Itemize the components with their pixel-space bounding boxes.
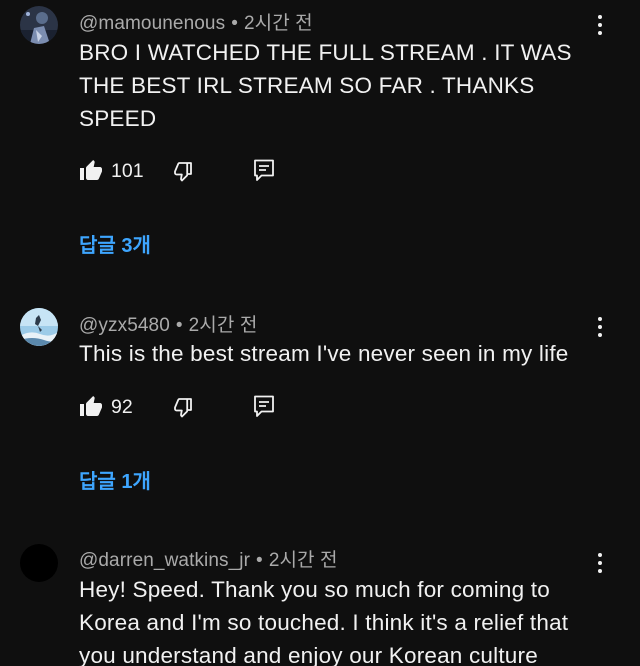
dislike-button[interactable] [171, 157, 195, 185]
comment-time: 2시간 전 [188, 315, 258, 336]
comment-author[interactable]: @yzx5480 [79, 315, 170, 336]
comment-time: 2시간 전 [243, 13, 313, 34]
view-replies-button[interactable]: 답글 1개 [79, 465, 151, 494]
comment-reply-icon [252, 394, 276, 420]
comment-actions: 101 [79, 157, 379, 185]
comment-author[interactable]: @mamounenous [79, 13, 225, 34]
like-count: 101 [111, 159, 144, 182]
thumbs-up-icon [79, 159, 103, 183]
view-replies-button[interactable]: 답글 3개 [79, 229, 151, 258]
comment-meta: @mamounenous • 2시간 전 [79, 8, 313, 35]
avatar[interactable] [20, 6, 58, 44]
more-vertical-icon[interactable] [588, 11, 612, 39]
meta-separator: • [231, 13, 238, 34]
comment-time: 2시간 전 [268, 550, 338, 571]
avatar[interactable] [20, 308, 58, 346]
reply-button[interactable] [252, 157, 276, 185]
thumbs-down-icon [171, 395, 195, 419]
like-button[interactable]: 92 [79, 393, 133, 421]
comment-text: Hey! Speed. Thank you so much for coming… [79, 577, 569, 666]
comment-actions: 92 [79, 393, 379, 421]
reply-button[interactable] [252, 393, 276, 421]
like-count: 92 [111, 395, 133, 418]
thumbs-down-icon [171, 159, 195, 183]
comment-text: This is the best stream I've never seen … [79, 341, 569, 366]
comment-meta: @darren_watkins_jr • 2시간 전 [79, 545, 338, 572]
comment-meta: @yzx5480 • 2시간 전 [79, 310, 257, 337]
meta-separator: • [175, 315, 183, 336]
meta-separator: • [256, 550, 263, 571]
comment-reply-icon [252, 158, 276, 184]
avatar[interactable] [20, 544, 58, 582]
comments-feed: @mamounenous • 2시간 전 BRO I WATCHED THE FUL… [0, 0, 640, 666]
comment-text: BRO I WATCHED THE FULL STREAM . IT WAS T… [79, 40, 572, 131]
comment-author[interactable]: @darren_watkins_jr [79, 550, 250, 571]
like-button[interactable]: 101 [79, 157, 144, 185]
thumbs-up-icon [79, 395, 103, 419]
dislike-button[interactable] [171, 393, 195, 421]
